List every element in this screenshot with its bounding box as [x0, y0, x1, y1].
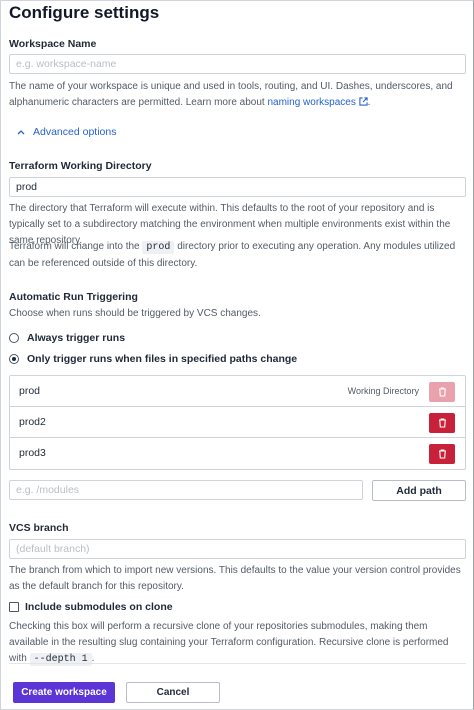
trash-icon: [438, 387, 446, 397]
submodules-label: Include submodules on clone: [25, 601, 173, 613]
naming-workspaces-link-label: naming workspaces: [267, 97, 356, 108]
run-triggering-label: Automatic Run Triggering: [9, 291, 138, 303]
cancel-button[interactable]: Cancel: [126, 682, 220, 703]
page-title: Configure settings: [9, 3, 160, 22]
working-directory-label: Terraform Working Directory: [9, 160, 152, 172]
depth-code: --depth 1: [29, 653, 92, 666]
radio-button[interactable]: [9, 333, 19, 343]
submodules-checkbox[interactable]: [9, 602, 19, 612]
path-row: prod2: [10, 407, 465, 438]
run-triggering-help: Choose when runs should be triggered by …: [9, 308, 261, 319]
path-name: prod: [19, 385, 41, 397]
vcs-branch-label: VCS branch: [9, 522, 69, 534]
settings-panel: Configure settings Workspace Name The na…: [0, 0, 474, 710]
submodules-help: Checking this box will perform a recursi…: [9, 619, 467, 668]
working-directory-help-2: Terraform will change into the prod dire…: [9, 239, 467, 272]
radio-always-trigger-label: Always trigger runs: [27, 332, 126, 344]
vcs-branch-help: The branch from which to import new vers…: [9, 565, 461, 592]
radio-always-trigger[interactable]: Always trigger runs: [9, 332, 125, 344]
workspace-name-label: Workspace Name: [9, 38, 97, 50]
path-name: prod3: [19, 447, 46, 459]
radio-button-selected[interactable]: [9, 354, 19, 364]
path-row: prod Working Directory: [10, 376, 465, 407]
workspace-name-help-text: The name of your workspace is unique and…: [9, 81, 453, 108]
trigger-paths-list: prod Working Directory prod2 prod3: [9, 375, 466, 470]
working-directory-tag: Working Directory: [347, 386, 419, 396]
external-link-icon: [358, 97, 368, 106]
path-row: prod3: [10, 438, 465, 469]
path-name: prod2: [19, 416, 46, 428]
trash-icon: [438, 418, 446, 428]
divider: [9, 663, 466, 664]
workspace-name-input[interactable]: [9, 54, 466, 74]
advanced-options-label: Advanced options: [33, 126, 117, 138]
create-workspace-button[interactable]: Create workspace: [13, 682, 115, 703]
wd-help-text-pre: Terraform will change into the: [9, 241, 143, 252]
workspace-name-help: The name of your workspace is unique and…: [9, 81, 453, 108]
advanced-options-toggle[interactable]: Advanced options: [17, 126, 116, 138]
wd-code: prod: [142, 241, 175, 254]
add-path-button[interactable]: Add path: [372, 480, 466, 501]
working-directory-input[interactable]: [9, 177, 466, 197]
naming-workspaces-link[interactable]: naming workspaces: [267, 97, 368, 108]
chevron-up-icon: [17, 130, 25, 135]
delete-path-button: [429, 382, 455, 402]
trash-icon: [438, 449, 446, 459]
delete-path-button[interactable]: [429, 444, 455, 464]
new-path-input[interactable]: [9, 480, 363, 500]
delete-path-button[interactable]: [429, 413, 455, 433]
vcs-branch-input[interactable]: [9, 539, 466, 559]
radio-trigger-specified-paths-label: Only trigger runs when files in specifie…: [27, 353, 298, 365]
radio-trigger-specified-paths[interactable]: Only trigger runs when files in specifie…: [9, 353, 297, 365]
